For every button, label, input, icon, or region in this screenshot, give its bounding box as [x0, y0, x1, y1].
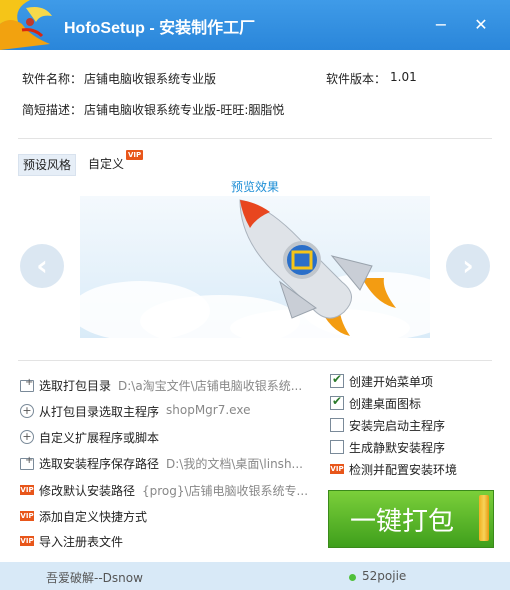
option-label[interactable]: 导入注册表文件 [39, 533, 123, 550]
option-label[interactable]: 选取打包目录 [39, 377, 111, 394]
vip-icon: VIP [330, 464, 344, 474]
checkbox[interactable]: ✔ [330, 394, 344, 410]
description-value[interactable]: 店铺电脑收银系统专业版-旺旺:胭脂悦 [84, 101, 284, 118]
minimize-button[interactable]: − [432, 16, 450, 34]
vip-icon: VIP [20, 511, 34, 521]
option-label[interactable]: 选取安装程序保存路径 [39, 455, 159, 472]
pack-button-label: 一键打包 [349, 507, 454, 537]
option-label[interactable]: 修改默认安装路径 [39, 482, 135, 499]
option-label[interactable]: 添加自定义快捷方式 [39, 508, 147, 525]
pack-progress-icon [479, 495, 489, 541]
rocket-illustration [80, 199, 430, 338]
checkbox-label[interactable]: 创建桌面图标 [349, 395, 421, 412]
option-path-value: D:\a淘宝文件\店铺电脑收银系统... [118, 379, 303, 393]
divider [18, 138, 492, 139]
checkbox[interactable] [330, 418, 344, 432]
status-bar: 吾爱破解--Dsnow 52pojie [0, 562, 510, 590]
logo-icon [0, 0, 52, 50]
checkmark-icon: ✔ [332, 372, 343, 386]
prev-style-button[interactable]: ‹ [20, 244, 64, 288]
software-version-label: 软件版本： [326, 72, 387, 86]
checkbox[interactable] [330, 440, 344, 454]
software-name-value[interactable]: 店铺电脑收银系统专业版 [84, 70, 216, 87]
option-path-value: {prog}\店铺电脑收银系统专... [142, 484, 309, 498]
software-name-label: 软件名称： [22, 72, 83, 86]
one-click-pack-button[interactable]: 一键打包 [328, 490, 494, 548]
checkbox-label[interactable]: 创建开始菜单项 [349, 373, 433, 390]
close-button[interactable]: ✕ [472, 16, 490, 34]
folder-open-icon: + [20, 456, 34, 470]
next-style-button[interactable]: › [446, 244, 490, 288]
plus-circle-icon: + [20, 404, 34, 418]
checkbox-label[interactable]: 检测并配置安装环境 [349, 461, 457, 478]
window-title: HofoSetup - 安装制作工厂 [64, 20, 256, 37]
option-path-value: shopMgr7.exe [166, 403, 251, 417]
checkbox-label[interactable]: 生成静默安装程序 [349, 439, 445, 456]
vip-icon: VIP [20, 485, 34, 495]
status-site: 52pojie [362, 569, 407, 583]
preview-label: 预览效果 [230, 180, 279, 194]
plus-circle-icon: + [20, 430, 34, 444]
description-label: 简短描述： [22, 103, 83, 117]
chevron-right-icon: › [462, 249, 474, 282]
divider [18, 360, 492, 361]
title-bar: HofoSetup - 安装制作工厂 − ✕ [0, 0, 510, 50]
checkbox-label[interactable]: 安装完启动主程序 [349, 417, 445, 434]
vip-badge: VIP [126, 150, 144, 160]
checkmark-icon: ✔ [332, 394, 343, 408]
online-indicator-icon [349, 574, 356, 581]
vip-icon: VIP [20, 536, 34, 546]
status-credit: 吾爱破解--Dsnow [46, 571, 143, 585]
chevron-left-icon: ‹ [36, 249, 48, 282]
tab-preset-style[interactable]: 预设风格 [18, 154, 77, 176]
checkbox[interactable]: ✔ [330, 372, 344, 388]
option-label[interactable]: 自定义扩展程序或脚本 [39, 429, 159, 446]
preview-image [80, 196, 430, 338]
tab-custom[interactable]: 自定义 [84, 154, 128, 174]
option-path-value: D:\我的文档\桌面\linsh... [166, 457, 303, 471]
software-version-value[interactable]: 1.01 [390, 70, 417, 84]
option-label[interactable]: 从打包目录选取主程序 [39, 403, 159, 420]
folder-open-icon: + [20, 378, 34, 392]
